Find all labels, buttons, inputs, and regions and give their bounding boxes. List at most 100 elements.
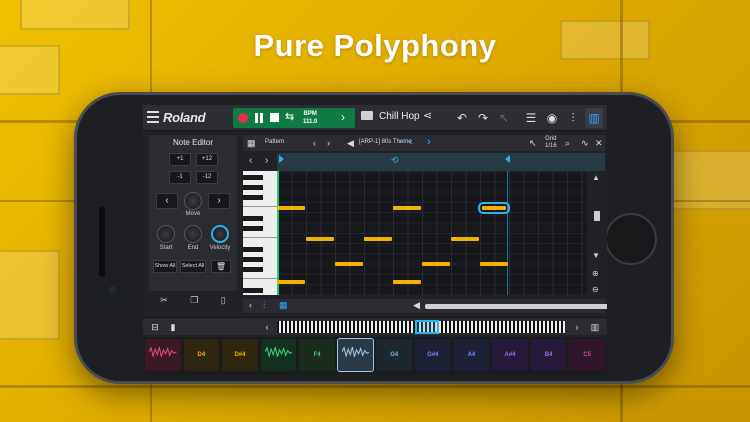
select-tool-icon[interactable]: ↖: [529, 138, 537, 149]
instrument-name[interactable]: [ARP-1] 80s Theme: [359, 139, 412, 145]
minus-12-button[interactable]: -12: [196, 171, 218, 184]
mixer-small-icon[interactable]: ⫶: [263, 300, 265, 311]
piano-keys[interactable]: [243, 171, 277, 295]
zoom-out-icon[interactable]: ⊖: [592, 285, 599, 294]
note-selected[interactable]: [478, 202, 510, 214]
note[interactable]: [480, 262, 508, 266]
phone-frame: Roland ⇆ BPM 111.0 › Chill Hop ⋖ ↶ ↷ ↖ ☰: [74, 92, 674, 384]
instrument-icon: ◀: [347, 138, 354, 148]
collapse-icon[interactable]: ⊟: [147, 320, 163, 334]
pad[interactable]: B4: [530, 339, 567, 371]
undo-icon[interactable]: ↶: [453, 108, 471, 128]
pin-icon[interactable]: ▮: [165, 320, 181, 334]
trash-icon[interactable]: 🗑: [211, 260, 231, 273]
back-icon[interactable]: ‹: [249, 300, 252, 310]
menu-icon[interactable]: [147, 111, 159, 124]
camera: [109, 286, 116, 293]
mini-keyboard[interactable]: [277, 320, 565, 334]
grid-value: 1/16: [545, 143, 557, 149]
pad[interactable]: G#4: [415, 339, 451, 371]
pause-button[interactable]: [254, 113, 264, 123]
note[interactable]: [393, 280, 421, 284]
close-icon[interactable]: ✕: [595, 138, 603, 149]
pad[interactable]: A#4: [492, 339, 528, 371]
octave-down-icon[interactable]: ‹: [259, 320, 275, 334]
start-knob[interactable]: [157, 225, 175, 243]
mixer-icon[interactable]: ⫶: [564, 108, 582, 128]
chevron-right-icon[interactable]: ›: [327, 138, 330, 148]
move-right-button[interactable]: ›: [208, 193, 230, 209]
list-icon[interactable]: ☰: [522, 108, 540, 128]
velocity-knob[interactable]: [211, 225, 229, 243]
note[interactable]: [306, 237, 334, 241]
pointer-icon[interactable]: ↖: [495, 108, 513, 128]
grid-view-icon[interactable]: ▦: [279, 300, 288, 311]
song-name[interactable]: Chill Hop: [379, 111, 420, 122]
loop-icon[interactable]: ⇆: [285, 110, 294, 123]
grid-setting[interactable]: Grid 1/16: [545, 136, 557, 150]
chevron-left-icon[interactable]: ‹: [313, 138, 316, 148]
waveform-icon: [149, 346, 177, 358]
move-left-button[interactable]: ‹: [156, 193, 178, 209]
plus-1-button[interactable]: +1: [169, 153, 191, 166]
paste-icon[interactable]: ▯: [221, 295, 226, 309]
piano-mode-icon[interactable]: ▥: [587, 320, 603, 334]
pad[interactable]: D4: [183, 339, 220, 371]
timeline-ruler[interactable]: ⟲: [277, 153, 605, 171]
plus-12-button[interactable]: +12: [196, 153, 218, 166]
instrument-prev-icon[interactable]: ‹: [409, 136, 413, 148]
pattern-label[interactable]: Pattern: [265, 139, 284, 145]
move-knob[interactable]: [184, 192, 202, 210]
pad[interactable]: G4: [376, 339, 413, 371]
keyboard-range-window[interactable]: [415, 320, 439, 334]
folder-icon[interactable]: [361, 111, 373, 120]
note[interactable]: [451, 237, 479, 241]
zoom-in-icon[interactable]: ⊕: [592, 269, 599, 278]
note-grid[interactable]: [277, 171, 587, 295]
note[interactable]: [422, 262, 450, 266]
pad[interactable]: [336, 338, 375, 372]
vertical-thumb[interactable]: [594, 211, 600, 221]
curve-icon[interactable]: ∿: [581, 138, 589, 149]
horizontal-thumb[interactable]: [425, 304, 607, 309]
chevron-right-icon[interactable]: ›: [341, 110, 345, 124]
note[interactable]: [364, 237, 392, 241]
copy-icon[interactable]: ❐: [190, 295, 198, 309]
nav-left-icon[interactable]: ‹: [249, 155, 252, 166]
pad[interactable]: C5: [569, 339, 605, 371]
eye-icon[interactable]: ◉: [543, 108, 561, 128]
loop-end-marker[interactable]: [505, 155, 510, 163]
note[interactable]: [277, 280, 305, 284]
loop-toggle-icon[interactable]: ⟲: [391, 155, 399, 166]
note[interactable]: [335, 262, 363, 266]
scissors-icon[interactable]: ✂: [160, 295, 168, 309]
vertical-scroll[interactable]: ▲ ▼ ⊕ ⊖: [589, 155, 605, 295]
scroll-left-icon[interactable]: ◀: [413, 300, 420, 311]
select-all-button[interactable]: Select All: [180, 260, 206, 273]
bpm-display[interactable]: BPM 111.0: [303, 110, 317, 126]
minus-1-button[interactable]: -1: [169, 171, 191, 184]
redo-icon[interactable]: ↷: [474, 108, 492, 128]
pad[interactable]: [145, 339, 181, 371]
share-icon[interactable]: ⋖: [423, 109, 432, 122]
note[interactable]: [277, 206, 305, 210]
octave-up-icon[interactable]: ›: [569, 320, 585, 334]
stop-button[interactable]: [270, 113, 279, 122]
pad[interactable]: [260, 339, 297, 371]
record-button[interactable]: [238, 113, 248, 123]
pad[interactable]: A4: [453, 339, 490, 371]
roland-logo: Roland: [163, 110, 206, 125]
instrument-next-icon[interactable]: ›: [427, 136, 431, 148]
nav-right-icon[interactable]: ›: [265, 155, 268, 166]
scroll-down-icon[interactable]: ▼: [592, 251, 600, 260]
pad[interactable]: F4: [299, 339, 335, 371]
loop-start-marker[interactable]: [279, 155, 284, 163]
piano-roll-icon[interactable]: ▥: [585, 108, 603, 128]
zoom-icon[interactable]: ⌕: [565, 138, 570, 149]
home-button[interactable]: [605, 213, 657, 265]
scroll-up-icon[interactable]: ▲: [592, 173, 600, 182]
pad[interactable]: D#4: [222, 339, 258, 371]
end-knob[interactable]: [184, 225, 202, 243]
show-all-button[interactable]: Show All: [153, 260, 177, 273]
note[interactable]: [393, 206, 421, 210]
